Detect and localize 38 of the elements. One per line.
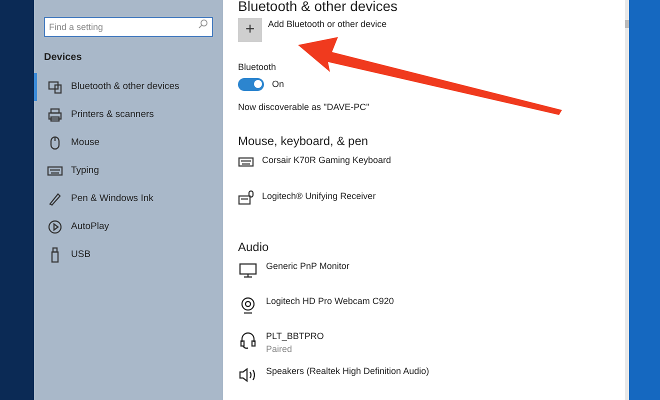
bluetooth-toggle[interactable] bbox=[238, 78, 264, 91]
device-name: Corsair K70R Gaming Keyboard bbox=[262, 154, 392, 167]
device-item[interactable]: Logitech® Unifying Receiver bbox=[238, 186, 625, 222]
sidebar-item[interactable]: Printers & scanners bbox=[34, 101, 213, 129]
device-item[interactable]: Speakers (Realtek High Definition Audio) bbox=[238, 360, 625, 396]
toggle-state: On bbox=[272, 78, 284, 90]
section-heading: Audio bbox=[238, 238, 270, 256]
bluetooth-label: Bluetooth bbox=[238, 61, 278, 74]
device-name: Speakers (Realtek High Definition Audio) bbox=[266, 364, 430, 378]
autoplay-icon bbox=[47, 219, 63, 235]
section-heading: Devices bbox=[44, 51, 83, 65]
sidebar-item[interactable]: Typing bbox=[34, 157, 213, 185]
page-title: Bluetooth & other devices bbox=[238, 0, 399, 13]
sidebar-item[interactable]: AutoPlay bbox=[34, 213, 213, 241]
device-item[interactable]: Corsair K70R Gaming Keyboard bbox=[238, 150, 625, 186]
device-item[interactable]: PLT_BBTPRO Paired bbox=[238, 326, 625, 360]
sidebar-item[interactable]: USB bbox=[34, 241, 213, 269]
device-item[interactable]: Logitech HD Pro Webcam C920 bbox=[238, 290, 625, 326]
device-name: Logitech HD Pro Webcam C920 bbox=[266, 294, 394, 308]
add-device-label: Add Bluetooth or other device bbox=[268, 18, 387, 31]
devices-icon bbox=[47, 79, 63, 95]
device-status: Paired bbox=[266, 343, 294, 356]
search-icon bbox=[198, 19, 208, 29]
add-device-button[interactable]: + bbox=[238, 18, 262, 42]
section-heading: Mouse, keyboard, & pen bbox=[238, 132, 370, 150]
sidebar-item[interactable]: Mouse bbox=[34, 129, 213, 157]
device-name: Generic PnP Monitor bbox=[266, 260, 350, 272]
sidebar-item[interactable]: Bluetooth & other devices bbox=[34, 73, 213, 101]
keyboard-mouse-icon bbox=[238, 190, 254, 206]
discoverable-text: Now discoverable as "DAVE-PC" bbox=[238, 101, 370, 114]
pen-icon bbox=[47, 191, 63, 207]
device-item[interactable]: Generic PnP Monitor bbox=[238, 256, 625, 290]
device-name: Logitech® Unifying Receiver bbox=[262, 190, 376, 203]
sidebar-item[interactable]: Pen & Windows Ink bbox=[34, 185, 213, 213]
device-name: PLT_BBTPRO bbox=[266, 330, 324, 343]
headset-icon bbox=[238, 330, 258, 350]
search-field[interactable]: Find a setting bbox=[44, 17, 213, 37]
printer-icon bbox=[47, 107, 63, 123]
